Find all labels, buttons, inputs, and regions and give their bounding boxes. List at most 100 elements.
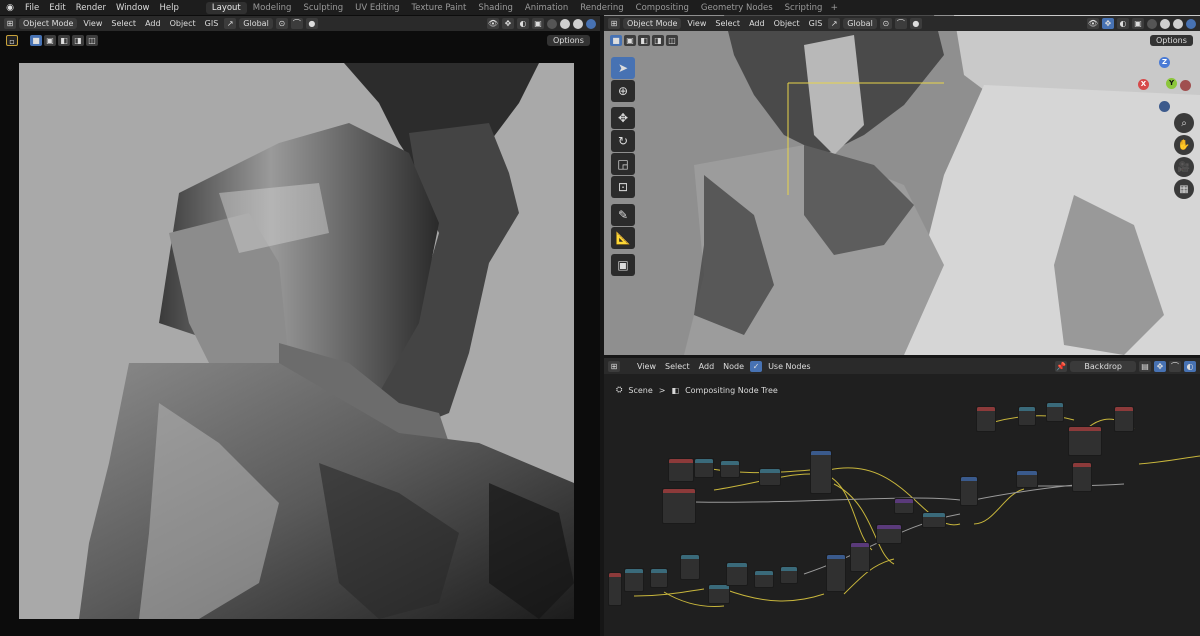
shading-material-icon[interactable] (1173, 18, 1183, 29)
mode-select[interactable]: Object Mode (19, 18, 78, 29)
node-filter[interactable] (894, 498, 914, 514)
pin-icon[interactable]: 📌 (1055, 360, 1068, 372)
gizmo-icon[interactable]: ✥ (1154, 360, 1166, 372)
select-intersect-icon[interactable]: ◫ (666, 35, 678, 46)
node-render-layers[interactable] (662, 488, 696, 524)
menu-file[interactable]: File (20, 3, 44, 13)
menu-select[interactable]: Select (712, 19, 743, 28)
gizmo-x-axis-icon[interactable]: X (1138, 79, 1149, 90)
tab-compositing[interactable]: Compositing (630, 2, 695, 14)
node-math[interactable] (708, 584, 730, 604)
orientation-select[interactable]: Global (239, 18, 273, 29)
pivot-icon[interactable]: ⊙ (879, 18, 892, 29)
menu-add[interactable]: Add (746, 19, 768, 28)
xray-icon[interactable]: ▣ (1132, 18, 1144, 29)
gizmo-icon[interactable]: ✥ (1102, 18, 1114, 29)
select-subtract-icon[interactable]: ◧ (638, 35, 650, 46)
mode-select[interactable]: Object Mode (623, 18, 682, 29)
tab-modeling[interactable]: Modeling (247, 2, 298, 14)
menu-select[interactable]: Select (108, 19, 139, 28)
tool-scale[interactable]: ◲ (611, 153, 635, 175)
node-composite[interactable] (1068, 426, 1102, 456)
xray-icon[interactable]: ▣ (532, 18, 544, 29)
shading-wireframe-icon[interactable] (1147, 18, 1157, 29)
node-mix[interactable] (826, 554, 846, 592)
gizmo-y-axis-icon[interactable]: Y (1166, 78, 1177, 89)
menu-add[interactable]: Add (696, 362, 718, 371)
node-color[interactable] (759, 468, 781, 486)
tab-sculpting[interactable]: Sculpting (297, 2, 349, 14)
select-extend-icon[interactable]: ▣ (624, 35, 636, 46)
node-input[interactable] (668, 458, 694, 482)
tool-add-cube[interactable]: ▣ (611, 254, 635, 276)
node-input[interactable] (694, 458, 714, 478)
gizmo-negative-z-icon[interactable] (1159, 101, 1170, 112)
editor-type-icon[interactable]: ⊞ (608, 18, 620, 29)
visibility-icon[interactable]: 👁 (1087, 18, 1099, 29)
proportional-edit-icon[interactable]: ● (305, 18, 318, 29)
orientation-select[interactable]: Global (843, 18, 877, 29)
node-converter[interactable] (1018, 406, 1036, 426)
node-mix[interactable] (960, 476, 978, 506)
tool-move[interactable]: ✥ (611, 107, 635, 129)
tab-texture-paint[interactable]: Texture Paint (406, 2, 473, 14)
select-new-icon[interactable]: ■ (610, 35, 622, 46)
camera-view-icon[interactable]: 🎥 (1174, 157, 1194, 177)
node-math[interactable] (754, 570, 774, 588)
select-intersect-icon[interactable]: ◫ (86, 35, 98, 46)
node-viewer[interactable] (976, 406, 996, 432)
menu-render[interactable]: Render (71, 3, 111, 13)
tab-rendering[interactable]: Rendering (574, 2, 629, 14)
menu-select[interactable]: Select (662, 362, 693, 371)
node-input[interactable] (608, 572, 622, 606)
tab-uv-editing[interactable]: UV Editing (349, 2, 405, 14)
select-extend-icon[interactable]: ▣ (44, 35, 56, 46)
tab-geometry-nodes[interactable]: Geometry Nodes (695, 2, 779, 14)
node-math[interactable] (922, 512, 946, 528)
shading-material-icon[interactable] (573, 18, 583, 29)
node-math[interactable] (780, 566, 798, 584)
menu-view[interactable]: View (684, 19, 709, 28)
add-workspace-button[interactable]: + (830, 3, 838, 13)
options-button[interactable]: Options (547, 35, 590, 46)
tab-scripting[interactable]: Scripting (779, 2, 829, 14)
snap-icon[interactable]: ⌒ (1169, 360, 1181, 372)
tool-rotate[interactable]: ↻ (611, 130, 635, 152)
tool-cursor[interactable]: ⊕ (611, 80, 635, 102)
menu-edit[interactable]: Edit (44, 3, 70, 13)
perspective-grid-icon[interactable]: ▦ (1174, 179, 1194, 199)
snap-icon[interactable]: ⌒ (894, 18, 907, 29)
menu-gis[interactable]: GIS (806, 19, 826, 28)
pan-hand-icon[interactable]: ✋ (1174, 135, 1194, 155)
menu-node[interactable]: Node (720, 362, 747, 371)
node-converter[interactable] (650, 568, 668, 588)
options-button[interactable]: Options (1150, 35, 1193, 46)
shading-rendered-icon[interactable] (1186, 18, 1196, 29)
visibility-icon[interactable]: 👁 (487, 18, 499, 29)
tool-annotate[interactable]: ✎ (611, 204, 635, 226)
menu-add[interactable]: Add (142, 19, 164, 28)
node-mix[interactable] (810, 450, 832, 494)
tool-transform[interactable]: ⊡ (611, 176, 635, 198)
overlay-icon[interactable]: ◐ (1184, 360, 1196, 372)
gizmo-icon[interactable]: ✥ (502, 18, 514, 29)
snap-icon[interactable]: ⌒ (290, 18, 303, 29)
overlay-icon[interactable]: ◐ (517, 18, 529, 29)
menu-object[interactable]: Object (771, 19, 803, 28)
select-subtract-icon[interactable]: ◧ (58, 35, 70, 46)
shading-wireframe-icon[interactable] (547, 18, 557, 29)
menu-object[interactable]: Object (167, 19, 199, 28)
menu-help[interactable]: Help (154, 3, 183, 13)
transform-orientation-icon[interactable]: ↗ (224, 18, 237, 29)
tab-shading[interactable]: Shading (472, 2, 519, 14)
proportional-edit-icon[interactable]: ● (909, 18, 922, 29)
shading-solid-icon[interactable] (1160, 18, 1170, 29)
node-math[interactable] (726, 562, 748, 586)
node-output[interactable] (1114, 406, 1134, 432)
menu-view[interactable]: View (634, 362, 659, 371)
blender-logo-icon[interactable]: ◉ (0, 3, 20, 13)
backdrop-button[interactable]: Backdrop (1070, 360, 1136, 372)
node-editor[interactable]: ⊞ View Select Add Node ✓ Use Nodes 📌 Bac… (604, 358, 1200, 636)
node-math[interactable] (680, 554, 700, 580)
transform-orientation-icon[interactable]: ↗ (828, 18, 841, 29)
